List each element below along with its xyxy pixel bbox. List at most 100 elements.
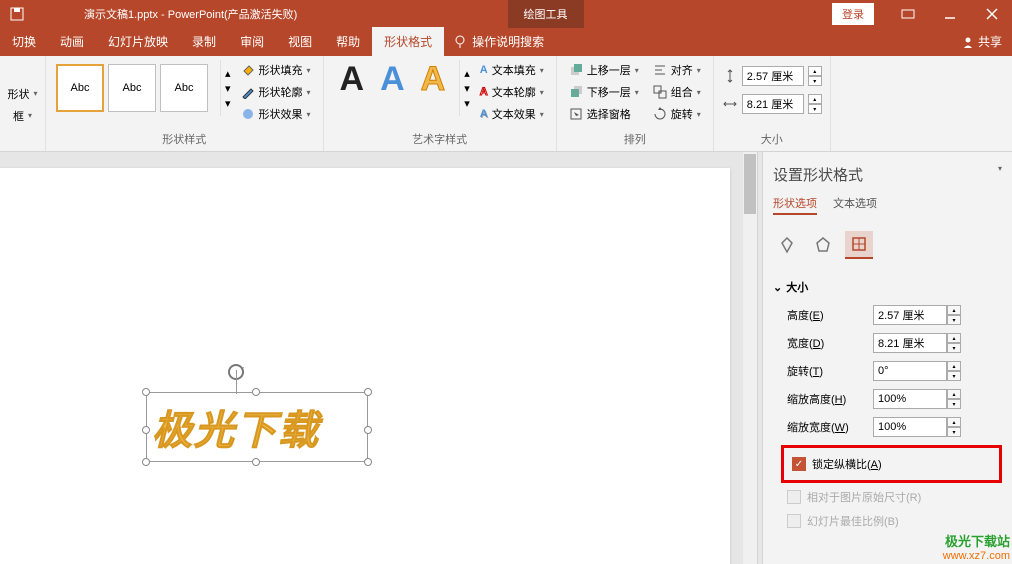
height-field[interactable]: 2.57 厘米 [873,305,947,325]
handle-nw[interactable] [142,388,150,396]
width-icon [722,96,738,112]
scale-h-field[interactable]: 100% [873,389,947,409]
height-input[interactable]: 2.57 厘米 [742,66,804,86]
sw-dec[interactable]: ▾ [947,427,961,437]
login-button[interactable]: 登录 [832,3,874,25]
rotation-line [236,370,237,394]
text-fill-button[interactable]: A文本填充 ▾ [476,60,548,80]
tell-me-search[interactable]: 操作说明搜索 [444,27,554,56]
close-icon[interactable] [972,0,1012,28]
selection-box [146,392,368,462]
lock-aspect-row[interactable]: ✓ 锁定纵横比(A) [786,452,997,476]
sh-dec[interactable]: ▾ [947,399,961,409]
width-up[interactable]: ▴ [808,94,822,104]
pane-menu-icon[interactable]: ▾ [998,164,1002,185]
handle-sw[interactable] [142,458,150,466]
rotate-button[interactable]: 旋转 ▾ [649,104,705,124]
size-properties-icon[interactable] [845,231,873,259]
window-controls: 登录 [832,0,1012,28]
tab-transitions[interactable]: 切换 [0,27,48,56]
height-inc[interactable]: ▴ [947,305,961,315]
gallery-row-up-icon[interactable]: ▴ [225,67,231,80]
gallery-row-down-icon[interactable]: ▾ [464,82,470,95]
tab-review[interactable]: 审阅 [228,27,276,56]
prop-rotation: 旋转(T) 0° ▴▾ [773,357,1002,385]
width-inc[interactable]: ▴ [947,333,961,343]
slide-canvas[interactable]: 极光下载 [0,152,757,564]
height-up[interactable]: ▴ [808,66,822,76]
group-button[interactable]: 组合 ▾ [649,82,705,102]
sh-inc[interactable]: ▴ [947,389,961,399]
width-input[interactable]: 8.21 厘米 [742,94,804,114]
wordart-shape[interactable]: 极光下载 [152,398,320,456]
scale-w-field[interactable]: 100% [873,417,947,437]
save-icon[interactable] [10,7,24,21]
text-outline-button[interactable]: A文本轮廓 ▾ [476,82,548,102]
tab-shape-format[interactable]: 形状格式 [372,27,444,56]
handle-e[interactable] [364,426,372,434]
shape-fill-button[interactable]: 形状填充 ▾ [237,60,315,80]
shape-effects-button[interactable]: 形状效果 ▾ [237,104,315,124]
width-dec[interactable]: ▾ [947,343,961,353]
workspace: 极光下载 设置形状格式 ▾ 形状选项 文本选项 ⌄ 大小 高度(E) 2.57 … [0,152,1012,564]
text-box-button[interactable]: 框 ▾ [9,106,36,126]
pane-tab-shape-options[interactable]: 形状选项 [773,195,817,215]
ribbon-display-icon[interactable] [888,0,928,28]
group-label-wordart: 艺术字样式 [332,129,548,149]
width-field[interactable]: 8.21 厘米 [873,333,947,353]
shape-style-preset-3[interactable]: Abc [160,64,208,112]
handle-s[interactable] [252,458,260,466]
text-outline-icon: A [480,86,488,98]
width-down[interactable]: ▾ [808,104,822,114]
height-down[interactable]: ▾ [808,76,822,86]
wordart-preset-1[interactable]: A [332,60,373,99]
format-shape-pane: 设置形状格式 ▾ 形状选项 文本选项 ⌄ 大小 高度(E) 2.57 厘米 ▴▾… [762,152,1012,564]
tab-record[interactable]: 录制 [180,27,228,56]
gallery-more-icon[interactable]: ▾ [225,97,231,110]
align-button[interactable]: 对齐 ▾ [649,60,705,80]
effects-category-icon[interactable] [809,231,837,259]
gallery-row-down-icon[interactable]: ▾ [225,82,231,95]
pen-icon [241,85,255,99]
scrollbar-vertical[interactable] [743,152,757,564]
tab-slideshow[interactable]: 幻灯片放映 [96,27,180,56]
slide[interactable] [0,168,730,564]
tab-help[interactable]: 帮助 [324,27,372,56]
selection-pane-button[interactable]: 选择窗格 [565,104,643,124]
tab-view[interactable]: 视图 [276,27,324,56]
relative-orig-label: 相对于图片原始尺寸(R) [807,489,921,505]
handle-se[interactable] [364,458,372,466]
wordart-preset-3[interactable]: A [413,60,454,99]
lock-aspect-checkbox[interactable]: ✓ [792,457,806,471]
pane-tabs: 形状选项 文本选项 [773,195,1002,223]
handle-w[interactable] [142,426,150,434]
section-size[interactable]: ⌄ 大小 [773,273,1002,301]
handle-ne[interactable] [364,388,372,396]
minimize-icon[interactable] [930,0,970,28]
shape-style-preset-2[interactable]: Abc [108,64,156,112]
align-icon [653,63,667,77]
sw-inc[interactable]: ▴ [947,417,961,427]
send-backward-button[interactable]: 下移一层 ▾ [565,82,643,102]
bring-forward-button[interactable]: 上移一层 ▾ [565,60,643,80]
pane-tab-text-options[interactable]: 文本选项 [833,195,877,215]
relative-orig-checkbox [787,490,801,504]
fill-line-icon[interactable] [773,231,801,259]
shape-style-preset-1[interactable]: Abc [56,64,104,112]
shapes-button[interactable]: 形状 ▾ [4,84,42,104]
gallery-more-icon[interactable]: ▾ [464,97,470,110]
rot-dec[interactable]: ▾ [947,371,961,381]
gallery-row-up-icon[interactable]: ▴ [464,67,470,80]
height-dec[interactable]: ▾ [947,315,961,325]
scrollbar-thumb[interactable] [744,154,756,214]
rotation-field[interactable]: 0° [873,361,947,381]
shape-outline-button[interactable]: 形状轮廓 ▾ [237,82,315,102]
group-size: 2.57 厘米 ▴▾ 8.21 厘米 ▴▾ 大小 [714,56,831,151]
selection-icon [569,107,583,121]
tab-animations[interactable]: 动画 [48,27,96,56]
wordart-preset-2[interactable]: A [372,60,413,99]
text-effects-button[interactable]: A文本效果 ▾ [476,104,548,124]
rot-inc[interactable]: ▴ [947,361,961,371]
handle-n[interactable] [252,388,260,396]
share-button[interactable]: 共享 [952,27,1012,56]
